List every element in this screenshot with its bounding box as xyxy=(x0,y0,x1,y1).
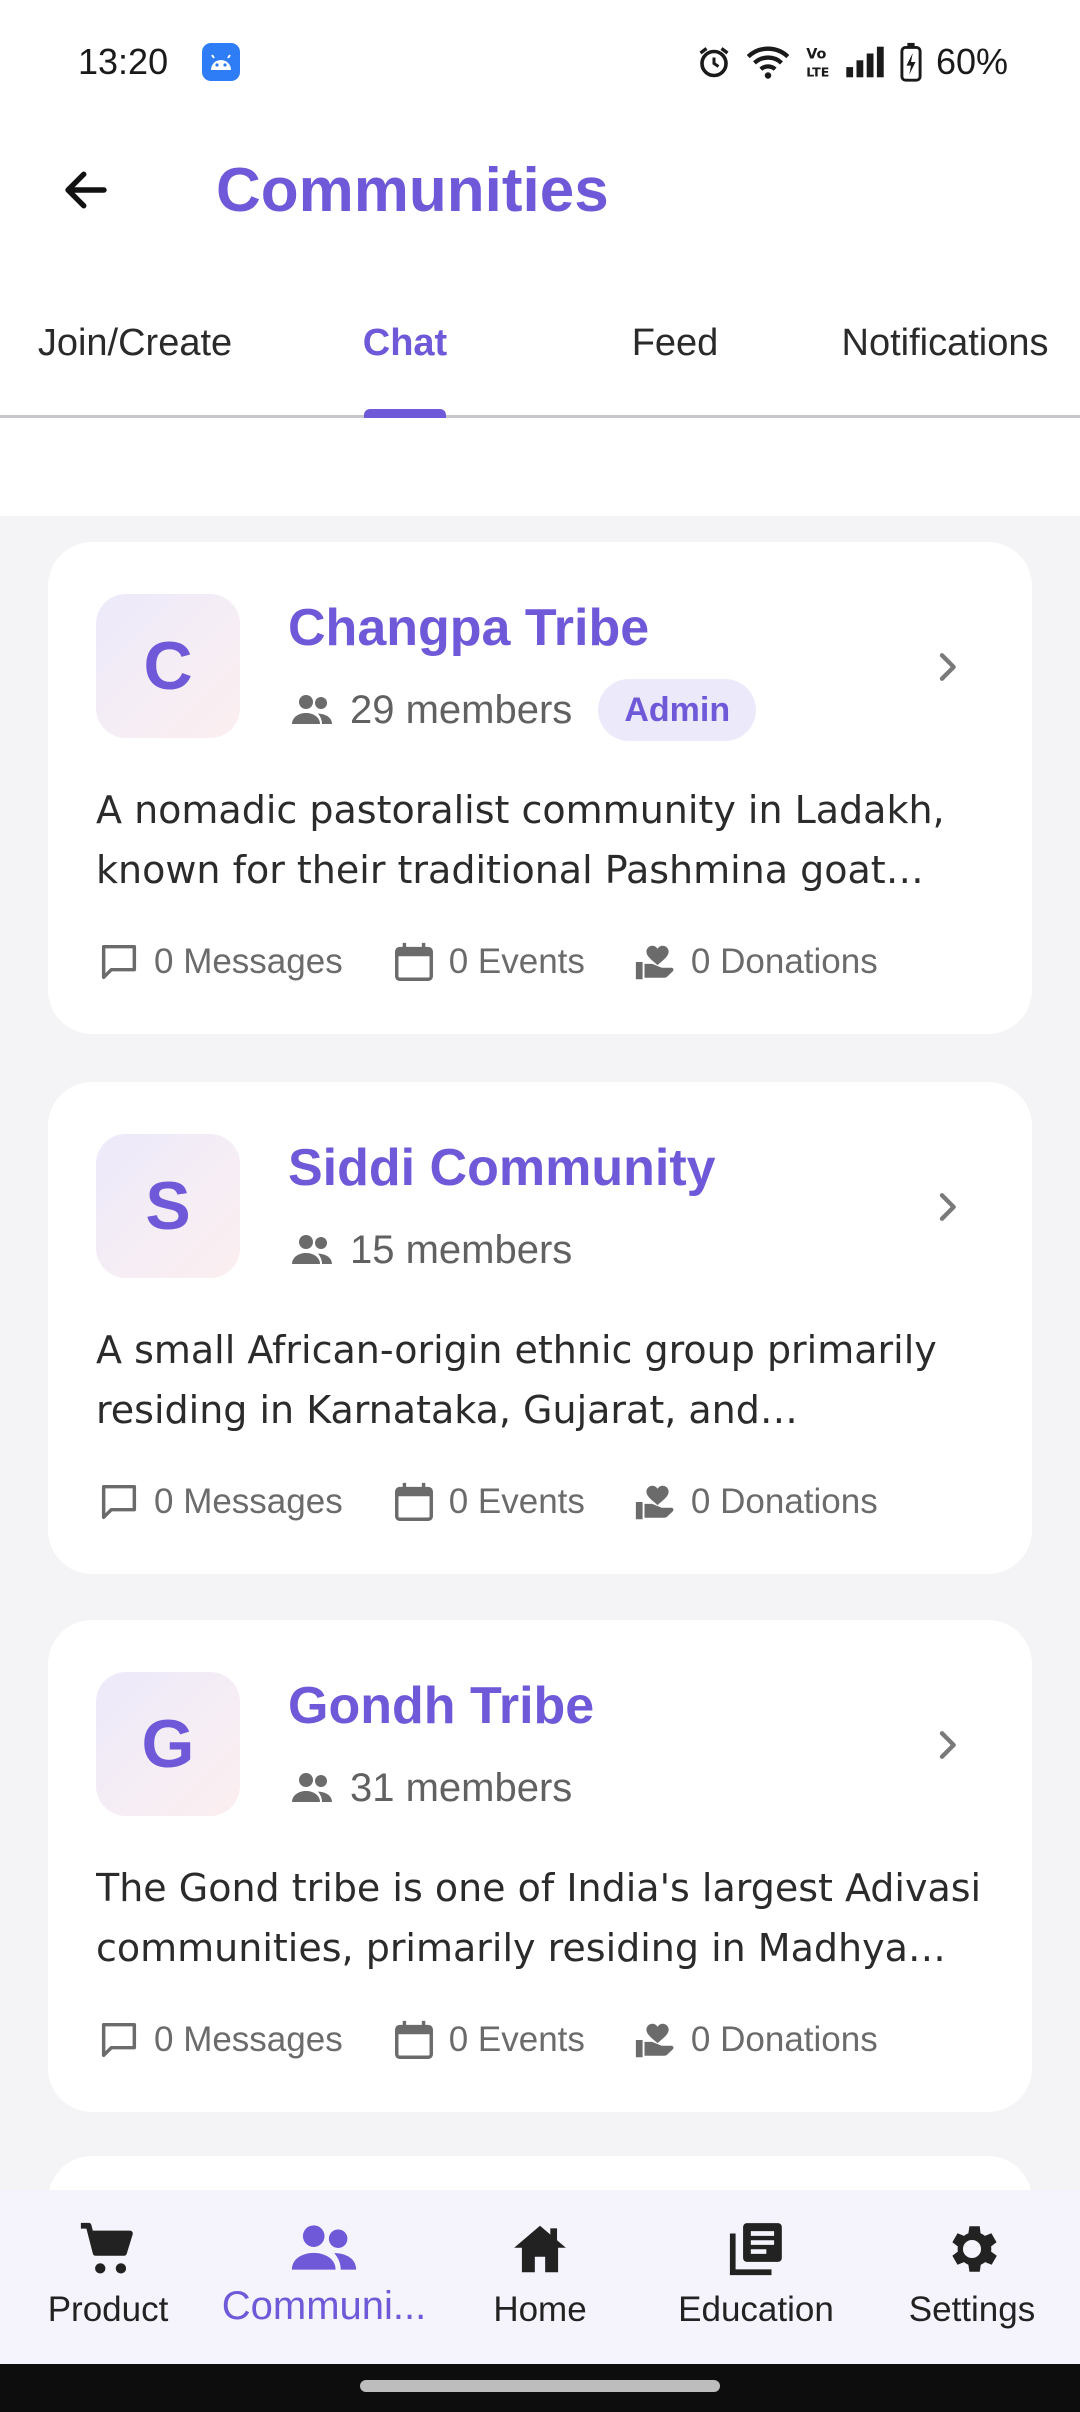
tab-notifications[interactable]: Notifications xyxy=(810,256,1080,418)
calendar-icon xyxy=(394,942,433,981)
events-count: 0 Events xyxy=(448,942,585,981)
nav-item-home[interactable]: Home xyxy=(432,2190,648,2364)
svg-text:LTE: LTE xyxy=(806,64,829,79)
events-stat: 0 Events xyxy=(391,1479,585,1525)
member-count: 15 members xyxy=(350,1227,573,1272)
alarm-icon xyxy=(696,44,732,80)
nav-item-communities[interactable]: Communi... xyxy=(216,2190,432,2364)
community-avatar: C xyxy=(96,594,240,738)
community-name: Siddi Community xyxy=(288,1139,716,1197)
status-time: 13:20 xyxy=(78,41,169,82)
tab-feed[interactable]: Feed xyxy=(540,256,810,418)
community-description: A nomadic pastoralist community in Ladak… xyxy=(96,788,945,892)
volunteer-heart-icon xyxy=(635,945,674,980)
battery-charging-icon xyxy=(900,42,922,82)
events-count: 0 Events xyxy=(448,1482,585,1521)
system-gesture-bar xyxy=(0,2364,1080,2412)
people-icon xyxy=(292,695,332,724)
community-avatar: S xyxy=(96,1134,240,1278)
back-button[interactable] xyxy=(36,140,136,240)
events-count: 0 Events xyxy=(448,2020,585,2059)
people-icon xyxy=(292,1235,332,1264)
nav-item-settings[interactable]: Settings xyxy=(864,2190,1080,2364)
members-row: 29 members Admin xyxy=(288,678,757,742)
community-card[interactable]: S Siddi Community 15 members A small Afr… xyxy=(48,1082,1032,1574)
volunteer-heart-icon xyxy=(635,2023,674,2058)
chevron-right-icon[interactable] xyxy=(922,1720,972,1770)
volunteer-heart-icon xyxy=(635,1485,674,1520)
nav-label: Product xyxy=(47,2290,169,2329)
community-name: Gondh Tribe xyxy=(288,1677,595,1735)
signal-icon xyxy=(844,45,886,79)
people-icon xyxy=(292,1773,332,1802)
member-count: 31 members xyxy=(350,1765,573,1810)
status-bar: 13:20 Vo LTE 60% xyxy=(0,0,1080,124)
donations-stat: 0 Donations xyxy=(633,2017,878,2063)
message-icon xyxy=(101,944,137,980)
members-row: 31 members xyxy=(288,1756,572,1820)
community-description: The Gond tribe is one of India's largest… xyxy=(96,1866,982,1970)
messages-count: 0 Messages xyxy=(154,2020,343,2059)
donations-count: 0 Donations xyxy=(690,942,878,981)
status-left: 13:20 xyxy=(78,41,241,83)
messages-stat: 0 Messages xyxy=(96,1479,343,1525)
android-app-icon xyxy=(202,43,241,81)
donations-count: 0 Donations xyxy=(690,1482,878,1521)
chevron-right-icon[interactable] xyxy=(922,642,972,692)
messages-stat: 0 Messages xyxy=(96,939,343,985)
events-stat: 0 Events xyxy=(391,2017,585,2063)
home-icon xyxy=(514,2225,566,2273)
messages-count: 0 Messages xyxy=(154,942,343,981)
calendar-icon xyxy=(394,1482,433,1521)
tab-join-create[interactable]: Join/Create xyxy=(0,256,270,418)
gear-icon xyxy=(952,2226,997,2272)
stats-row: 0 Messages 0 Events 0 Donations xyxy=(96,1474,878,1530)
nav-item-education[interactable]: Education xyxy=(648,2190,864,2364)
tab-bar: Join/Create Chat Feed Notifications xyxy=(0,256,1080,419)
nav-label: Settings xyxy=(908,2290,1036,2329)
status-right: Vo LTE 60% xyxy=(696,41,1008,83)
community-card[interactable]: G Gondh Tribe 31 members The Gond tribe … xyxy=(48,1620,1032,2112)
members-row: 15 members xyxy=(288,1218,572,1282)
calendar-icon xyxy=(394,2020,433,2059)
message-icon xyxy=(101,1484,137,1520)
community-avatar: G xyxy=(96,1672,240,1816)
svg-text:Vo: Vo xyxy=(806,46,826,62)
bottom-navigation: Product Communi... Home Education Settin… xyxy=(0,2190,1080,2364)
community-description: A small African-origin ethnic group prim… xyxy=(96,1328,937,1432)
home-gesture-handle[interactable] xyxy=(360,2380,720,2392)
community-name: Changpa Tribe xyxy=(288,599,650,657)
messages-count: 0 Messages xyxy=(154,1482,343,1521)
nav-label: Communi... xyxy=(221,2284,427,2328)
tab-chat[interactable]: Chat xyxy=(270,256,540,418)
stats-row: 0 Messages 0 Events 0 Donations xyxy=(96,2012,878,2068)
community-card[interactable]: C Changpa Tribe 29 members Admin A nomad… xyxy=(48,542,1032,1034)
cart-icon xyxy=(80,2222,133,2274)
app-bar: Communities xyxy=(0,124,1080,256)
arrow-left-icon xyxy=(65,171,107,209)
donations-stat: 0 Donations xyxy=(633,939,878,985)
nav-label: Home xyxy=(493,2290,587,2329)
admin-badge: Admin xyxy=(598,679,757,741)
wifi-icon xyxy=(746,44,790,80)
nav-label: Education xyxy=(678,2290,834,2329)
member-count: 29 members xyxy=(350,687,573,732)
events-stat: 0 Events xyxy=(391,939,585,985)
library-books-icon xyxy=(729,2223,782,2276)
message-icon xyxy=(101,2022,137,2058)
nav-item-product[interactable]: Product xyxy=(0,2190,216,2364)
battery-percent: 60% xyxy=(935,41,1008,82)
stats-row: 0 Messages 0 Events 0 Donations xyxy=(96,934,878,990)
tab-spacer xyxy=(0,418,1080,516)
volte-icon: Vo LTE xyxy=(804,44,830,80)
donations-count: 0 Donations xyxy=(690,2020,878,2059)
messages-stat: 0 Messages xyxy=(96,2017,343,2063)
donations-stat: 0 Donations xyxy=(633,1479,878,1525)
chevron-right-icon[interactable] xyxy=(922,1182,972,1232)
page-title: Communities xyxy=(216,155,609,225)
people-icon xyxy=(291,2225,357,2270)
